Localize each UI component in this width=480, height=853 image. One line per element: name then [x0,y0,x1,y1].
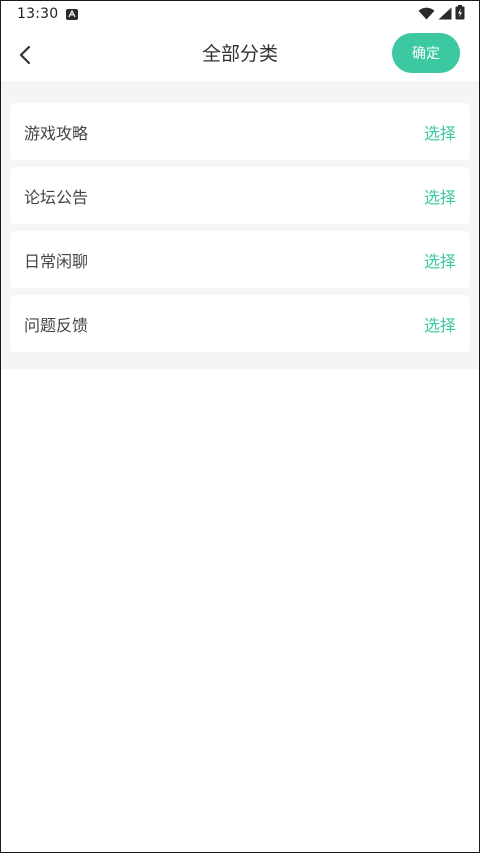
category-name: 日常闲聊 [24,251,89,271]
select-button[interactable]: 选择 [424,184,456,208]
back-button[interactable] [9,39,41,71]
confirm-button[interactable]: 确定 [392,33,460,73]
header: 全部分类 确定 [1,27,479,81]
signal-icon [438,5,452,24]
category-name: 论坛公告 [24,187,89,207]
select-button[interactable]: 选择 [424,312,456,336]
screen: 13:30 全部分类 确定 游戏攻略 选择 论坛公告 选择 日常闲聊 选择 问题… [0,0,480,853]
list-item[interactable]: 论坛公告 选择 [10,167,470,224]
status-right [418,4,465,24]
wifi-icon [418,5,435,24]
status-left: 13:30 [17,6,79,22]
list-item[interactable]: 日常闲聊 选择 [10,231,470,288]
back-arrow-icon [19,45,31,65]
category-list: 游戏攻略 选择 论坛公告 选择 日常闲聊 选择 问题反馈 选择 [1,81,479,369]
category-name: 游戏攻略 [24,123,89,143]
list-item[interactable]: 游戏攻略 选择 [10,103,470,160]
status-bar: 13:30 [1,1,479,27]
battery-icon [455,4,465,24]
notification-a-icon [66,8,79,20]
category-name: 问题反馈 [24,315,89,335]
select-button[interactable]: 选择 [424,120,456,144]
list-item[interactable]: 问题反馈 选择 [10,295,470,352]
status-time: 13:30 [17,6,59,22]
select-button[interactable]: 选择 [424,248,456,272]
